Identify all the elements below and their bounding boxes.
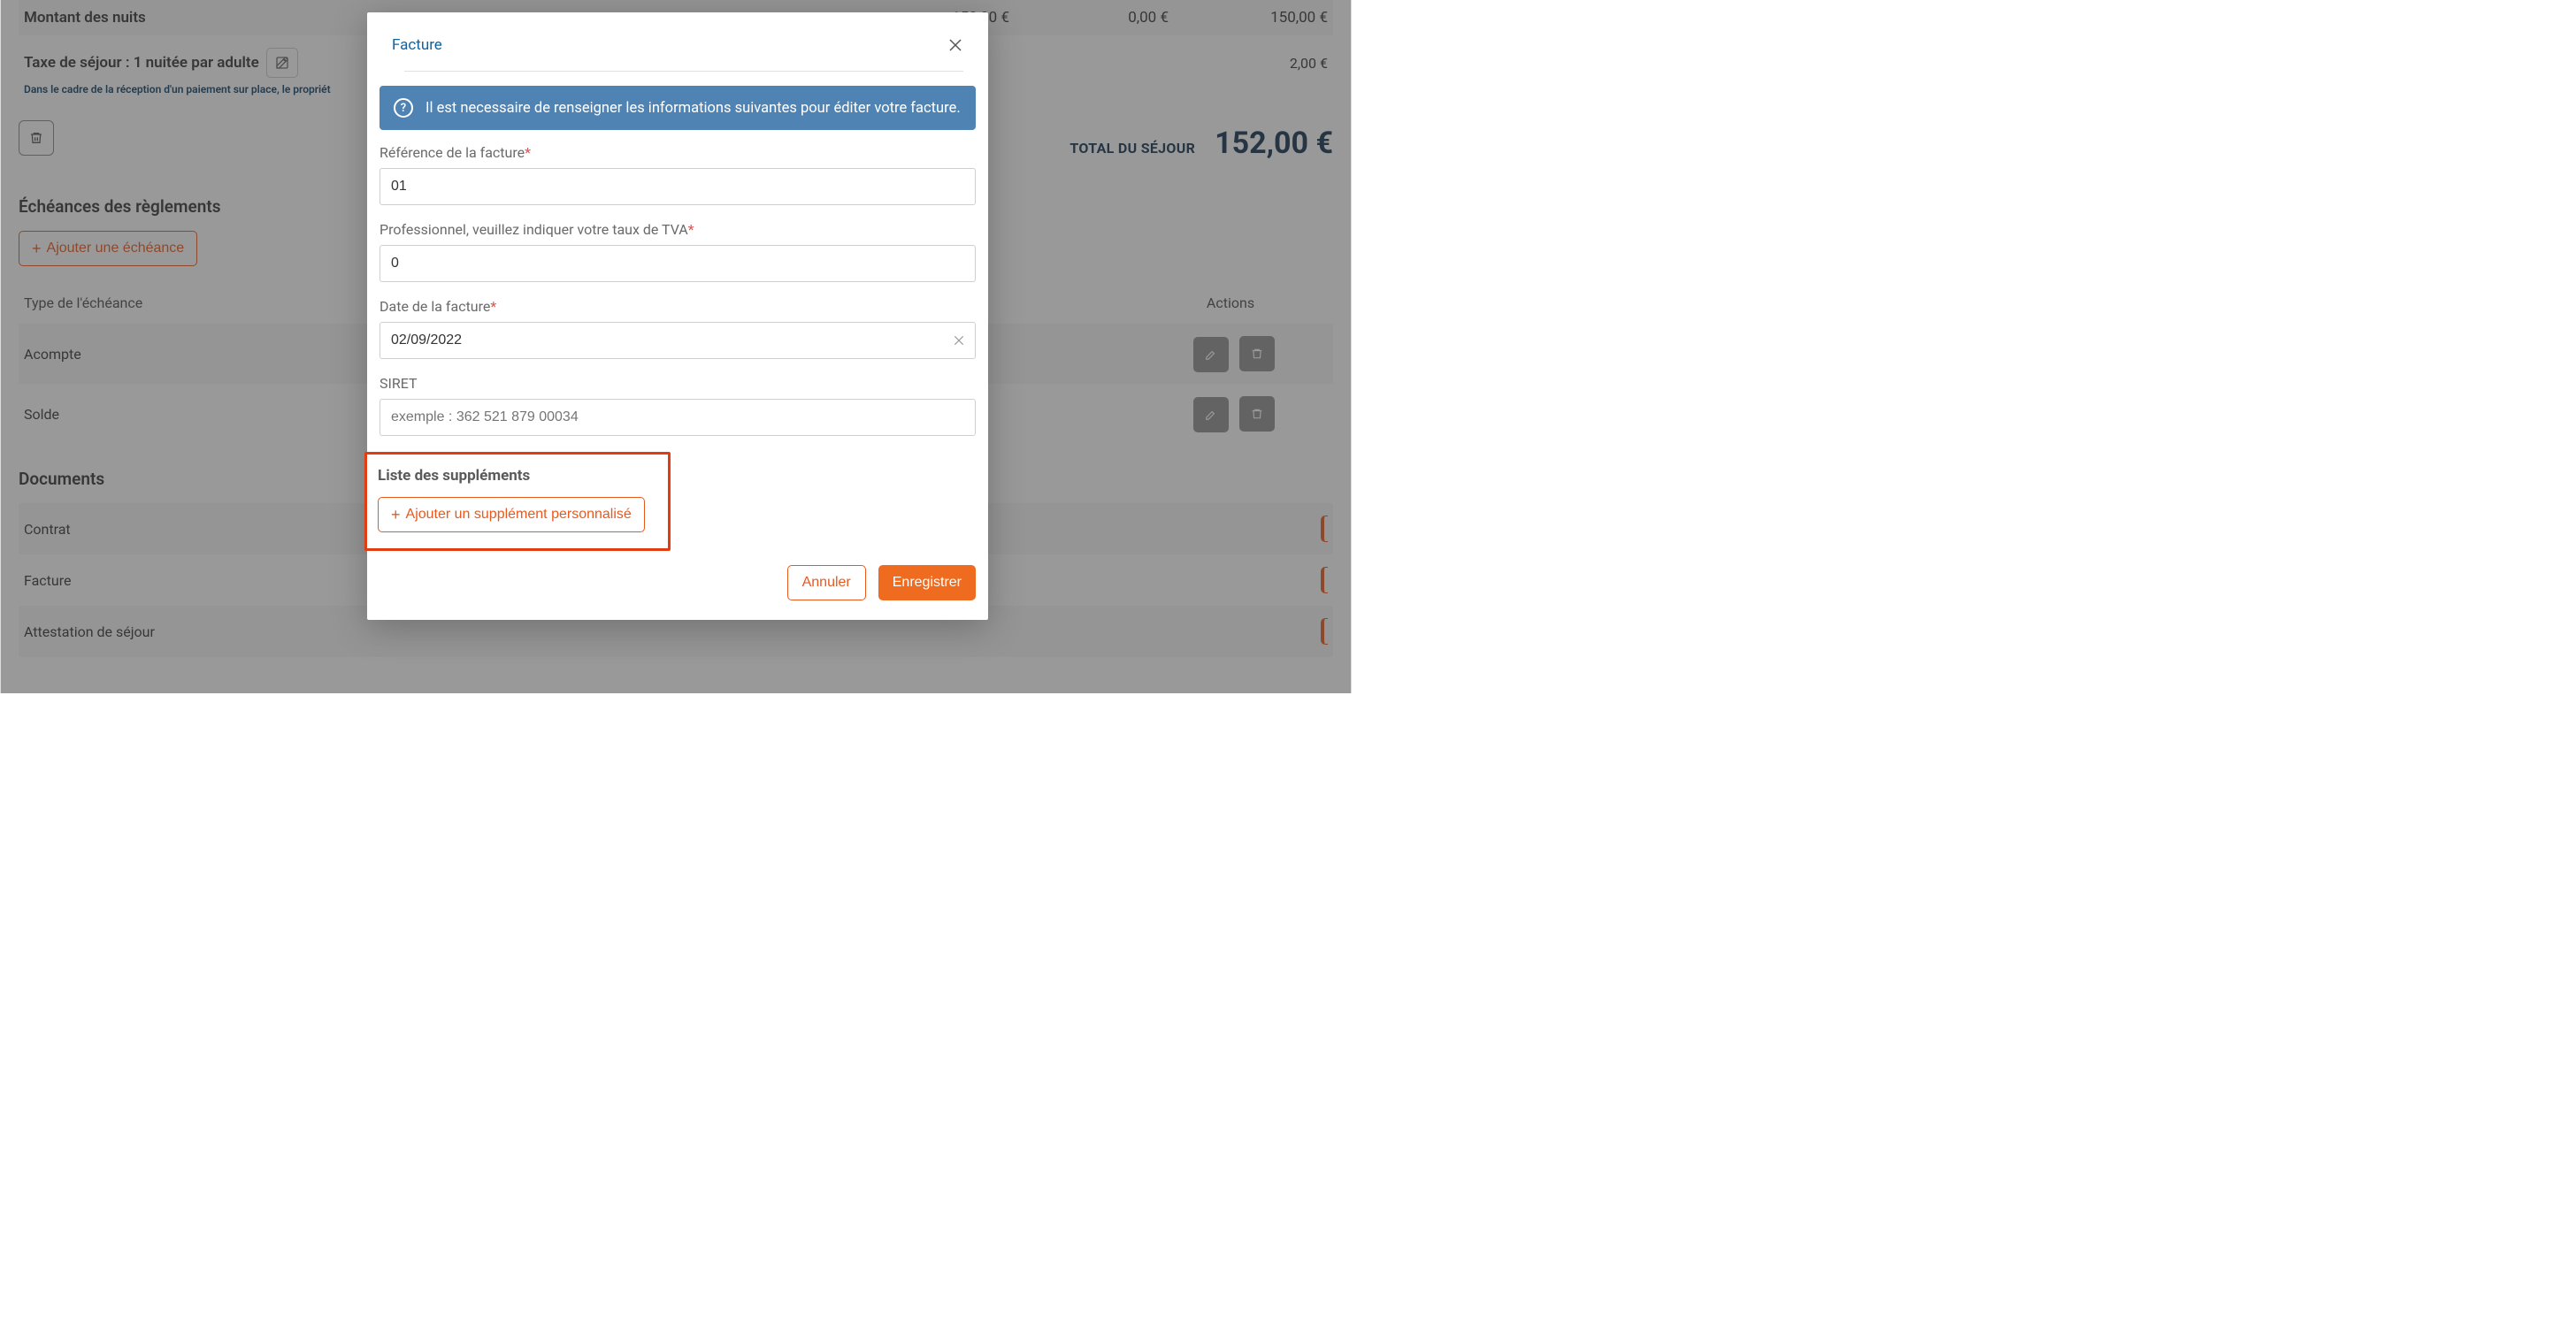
modal-footer: Annuler Enregistrer <box>367 565 988 600</box>
field-reference: Référence de la facture* <box>380 144 976 205</box>
tva-label: Professionnel, veuillez indiquer votre t… <box>380 221 976 238</box>
ref-label: Référence de la facture* <box>380 144 976 161</box>
divider <box>404 71 963 72</box>
close-icon <box>947 37 963 53</box>
siret-label: SIRET <box>380 375 976 392</box>
plus-icon: + <box>391 507 401 523</box>
field-date: Date de la facture* <box>380 298 976 359</box>
date-input[interactable] <box>380 322 976 359</box>
close-modal-button[interactable] <box>947 37 963 53</box>
tva-input[interactable] <box>380 245 976 282</box>
siret-input[interactable] <box>380 399 976 436</box>
add-supplement-button[interactable]: + Ajouter un supplément personnalisé <box>378 497 645 532</box>
modal-header: Facture <box>367 12 988 78</box>
date-label: Date de la facture* <box>380 298 976 315</box>
field-siret: SIRET <box>380 375 976 436</box>
add-supplement-label: Ajouter un supplément personnalisé <box>406 507 632 523</box>
field-tva: Professionnel, veuillez indiquer votre t… <box>380 221 976 282</box>
question-icon: ? <box>394 98 413 118</box>
ref-input[interactable] <box>380 168 976 205</box>
clear-date-button[interactable] <box>953 334 965 347</box>
modal-title: Facture <box>392 36 442 54</box>
facture-modal: Facture ? Il est necessaire de renseigne… <box>367 12 988 620</box>
cancel-button[interactable]: Annuler <box>787 565 866 600</box>
supplements-title: Liste des suppléments <box>378 467 657 485</box>
alert-text: Il est necessaire de renseigner les info… <box>426 100 961 117</box>
info-alert: ? Il est necessaire de renseigner les in… <box>380 86 976 130</box>
page: Montant des nuits 150,00 € 0,00 € 150,00… <box>0 0 1352 693</box>
supplements-highlight: Liste des suppléments + Ajouter un suppl… <box>364 452 671 551</box>
save-button[interactable]: Enregistrer <box>878 565 976 600</box>
close-icon <box>953 334 965 347</box>
